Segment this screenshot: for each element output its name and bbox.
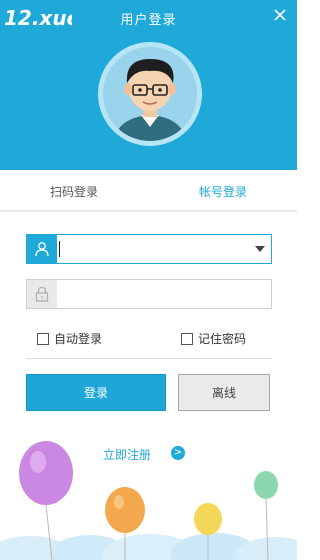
user-icon [35,242,49,257]
lock-icon-box [27,280,57,308]
login-button[interactable]: 登录 [26,374,166,411]
tab-account-login[interactable]: 帐号登录 [149,183,297,200]
header-bar: 12.xue 用户登录 [0,0,297,170]
register-link[interactable]: 立即注册 [103,446,151,463]
avatar [98,42,202,146]
close-icon[interactable] [271,6,289,24]
remember-password-label: 记住密码 [198,332,247,346]
avatar-icon [103,47,197,141]
auto-login-box[interactable] [37,332,49,345]
auto-login-label: 自动登录 [54,332,103,346]
login-options: 自动登录 记住密码 [0,330,297,350]
text-caret [59,241,60,257]
username-field[interactable] [26,234,272,264]
window-title: 用户登录 [120,13,177,28]
remember-password-checkbox[interactable]: 记住密码 [181,330,246,347]
username-dropdown[interactable] [249,235,271,263]
login-tabs: 扫码登录 帐号登录 [0,170,297,212]
tab-divider [0,210,297,212]
offline-button[interactable]: 离线 [178,374,270,411]
user-icon-box [27,235,57,263]
username-input[interactable] [61,239,251,259]
lock-icon [35,286,49,302]
divider [26,358,272,359]
password-field[interactable] [26,279,272,309]
register-row: 立即注册 > [103,446,185,463]
dropdown-arrow-icon [255,246,265,252]
auto-login-checkbox[interactable]: 自动登录 [37,330,102,347]
register-arrow-glyph: > [173,447,183,458]
password-input[interactable] [61,284,251,304]
register-arrow-icon[interactable]: > [171,446,185,460]
tab-qr-login[interactable]: 扫码登录 [0,183,148,200]
remember-password-box[interactable] [181,332,193,345]
